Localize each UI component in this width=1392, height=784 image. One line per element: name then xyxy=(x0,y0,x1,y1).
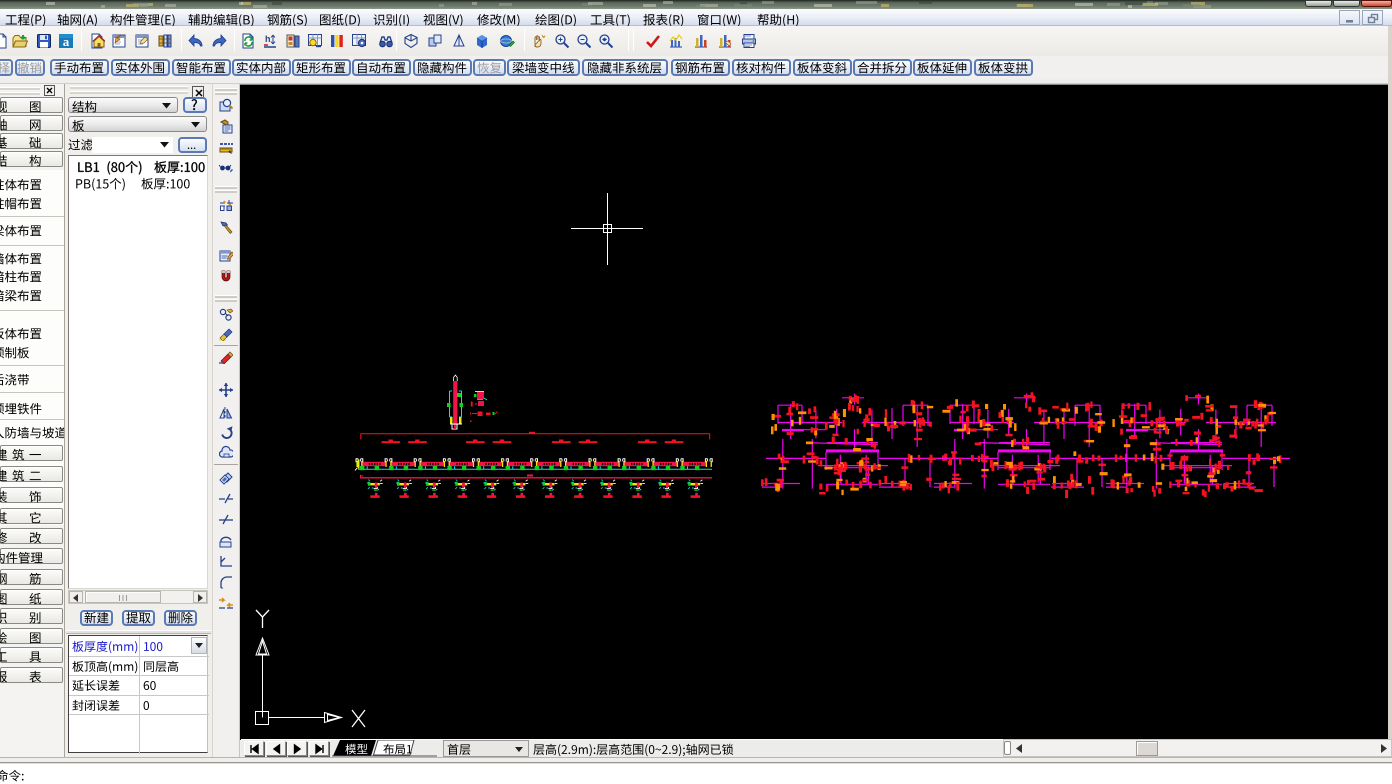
svg-text:a: a xyxy=(63,34,70,49)
svg-text:h: h xyxy=(265,34,271,44)
